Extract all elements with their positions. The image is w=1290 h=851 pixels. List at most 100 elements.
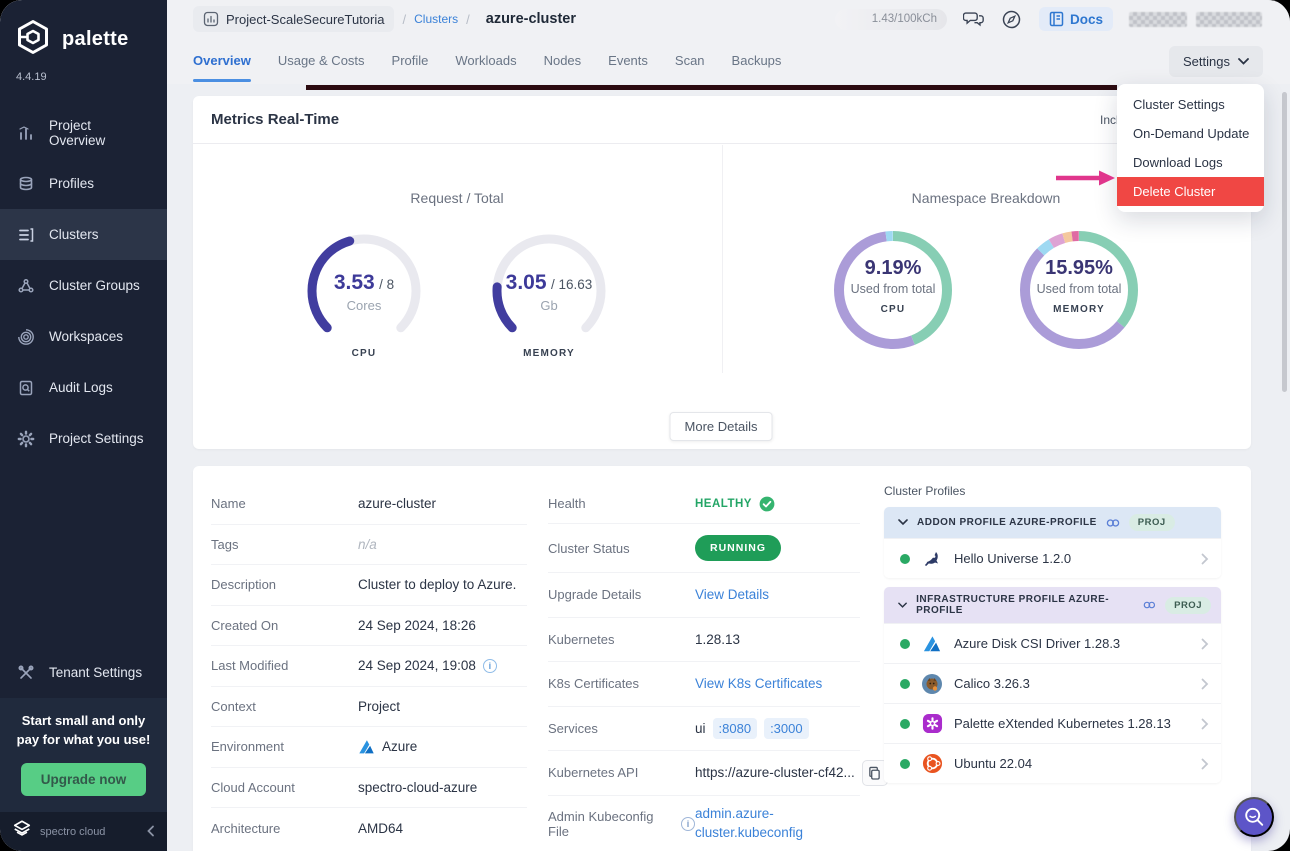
docs-button[interactable]: Docs — [1038, 7, 1113, 31]
assistant-search-button[interactable] — [1234, 797, 1274, 837]
settings-button[interactable]: Settings — [1169, 45, 1263, 77]
clipped-include-label: Incl — [1100, 113, 1119, 127]
settings-label: Settings — [1183, 53, 1230, 69]
status-dot — [900, 718, 910, 729]
sidebar-item-workspaces[interactable]: Workspaces — [0, 311, 167, 362]
info-icon[interactable]: i — [482, 658, 497, 673]
tab-workloads[interactable]: Workloads — [455, 41, 516, 82]
sidebar-item-clusters[interactable]: Clusters — [0, 209, 167, 260]
collapse-sidebar-icon[interactable] — [146, 824, 155, 840]
profile-item-palette-kubernetes[interactable]: Palette eXtended Kubernetes 1.28.13 — [884, 703, 1221, 743]
tab-backups[interactable]: Backups — [732, 41, 782, 82]
sidebar-nav: Project Overview Profiles Clusters Clust… — [0, 107, 167, 464]
scrollbar[interactable] — [1282, 92, 1287, 392]
addon-profile-header[interactable]: ADDON PROFILE AZURE-PROFILE PROJ — [884, 507, 1221, 538]
cpu-request-value: 3.53 — [333, 271, 375, 294]
cpu-namespace-donut: 9.19% Used from total CPU — [828, 225, 958, 355]
section-divider — [722, 145, 723, 373]
logo-row[interactable]: palette — [0, 0, 167, 63]
palette-logo-icon — [14, 18, 52, 61]
memory-namespace-percent: 15.95% — [1045, 257, 1113, 279]
view-certificates-link[interactable]: View K8s Certificates — [695, 676, 822, 691]
info-icon[interactable]: i — [681, 816, 695, 831]
memory-total: 16.63 — [558, 277, 593, 292]
tab-events[interactable]: Events — [608, 41, 648, 82]
cluster-list-icon — [16, 225, 36, 245]
row-label: Kubernetes — [548, 631, 615, 647]
detail-row-created-on: Created On 24 Sep 2024, 18:26 — [211, 606, 527, 646]
upgrade-now-button[interactable]: Upgrade now — [20, 763, 147, 796]
cpu-unit: Cores — [346, 298, 382, 313]
menu-item-download-logs[interactable]: Download Logs — [1117, 148, 1264, 177]
value-separator: / — [551, 277, 555, 292]
menu-item-delete-cluster[interactable]: Delete Cluster — [1117, 177, 1264, 206]
tab-usage-costs[interactable]: Usage & Costs — [278, 41, 365, 82]
tab-nodes[interactable]: Nodes — [544, 41, 582, 82]
api-endpoint: https://azure-cluster-cf42... — [695, 765, 855, 781]
ubuntu-icon — [921, 753, 943, 775]
memory-request-gauge: 3.05 / 16.63 Gb MEMORY — [484, 227, 614, 359]
row-value: spectro-cloud-azure — [358, 779, 478, 795]
sidebar-item-audit-logs[interactable]: Audit Logs — [0, 362, 167, 413]
tab-scan[interactable]: Scan — [675, 41, 705, 82]
service-name: ui — [695, 720, 706, 736]
infrastructure-profile-header[interactable]: INFRASTRUCTURE PROFILE AZURE-PROFILE PRO… — [884, 587, 1221, 623]
profile-item-ubuntu[interactable]: Ubuntu 22.04 — [884, 743, 1221, 783]
service-port-link[interactable]: :3000 — [764, 717, 809, 739]
doc-search-icon — [16, 378, 36, 398]
tab-profile[interactable]: Profile — [392, 41, 429, 82]
detail-row-last-modified: Last Modified 24 Sep 2024, 19:08 i — [211, 646, 527, 687]
proj-badge: PROJ — [1128, 514, 1175, 531]
kubeconfig-link[interactable]: admin.azure-cluster.kubeconfig — [695, 805, 825, 841]
status-row-kubernetes-api: Kubernetes API https://azure-cluster-cf4… — [548, 751, 888, 796]
profile-item-calico[interactable]: Calico 3.26.3 — [884, 663, 1221, 703]
details-column: Name azure-cluster Tags n/a Description … — [211, 484, 527, 849]
status-row-upgrade-details: Upgrade Details View Details — [548, 573, 860, 618]
row-label: Admin Kubeconfig File — [548, 808, 654, 839]
profile-item-hello-universe[interactable]: Hello Universe 1.2.0 — [884, 538, 1221, 578]
service-port-link[interactable]: :8080 — [712, 717, 758, 739]
detail-row-name: Name azure-cluster — [211, 484, 527, 525]
profile-item-name: Hello Universe 1.2.0 — [954, 551, 1072, 566]
user-menu-blurred[interactable] — [1129, 11, 1262, 27]
sidebar-item-cluster-groups[interactable]: Cluster Groups — [0, 260, 167, 311]
sidebar-item-project-settings[interactable]: Project Settings — [0, 413, 167, 464]
project-breadcrumb[interactable]: Project-ScaleSecureTutoria — [193, 6, 395, 32]
profile-item-azure-disk[interactable]: Azure Disk CSI Driver 1.28.3 — [884, 623, 1221, 663]
menu-item-cluster-settings[interactable]: Cluster Settings — [1117, 90, 1264, 119]
tab-overview[interactable]: Overview — [193, 41, 251, 82]
memory-label: MEMORY — [523, 348, 575, 359]
chevron-right-icon — [1201, 553, 1209, 565]
cluster-profiles-column: Cluster Profiles ADDON PROFILE AZURE-PRO… — [884, 484, 1221, 792]
row-value: 24 Sep 2024, 19:08 — [358, 658, 476, 674]
chat-icon[interactable] — [962, 8, 985, 30]
sidebar: palette 4.4.19 Project Overview Profiles… — [0, 0, 167, 851]
status-row-health: Health HEALTHY — [548, 484, 860, 524]
row-label: Services — [548, 720, 598, 736]
status-row-kubeconfig: Admin Kubeconfig File i admin.azure-clust… — [548, 796, 860, 851]
profile-item-name: Calico 3.26.3 — [954, 676, 1030, 691]
sidebar-item-profiles[interactable]: Profiles — [0, 158, 167, 209]
sidebar-item-tenant-settings[interactable]: Tenant Settings — [0, 647, 167, 698]
chevron-right-icon — [1201, 718, 1209, 730]
project-chart-icon — [203, 11, 219, 27]
divider-strip — [306, 85, 1117, 90]
request-total-title: Request / Total — [410, 190, 504, 206]
spectro-cloud-logo-icon — [12, 819, 32, 844]
compass-icon[interactable] — [1001, 8, 1023, 30]
view-details-link[interactable]: View Details — [695, 587, 769, 602]
breadcrumb-clusters-link[interactable]: Clusters — [414, 12, 458, 26]
row-label: Created On — [211, 617, 279, 633]
app-window: palette 4.4.19 Project Overview Profiles… — [0, 0, 1290, 851]
cpu-total: 8 — [386, 277, 395, 292]
more-details-button[interactable]: More Details — [669, 412, 773, 441]
row-value: AMD64 — [358, 820, 404, 836]
blurred-text — [1196, 11, 1262, 27]
cpu-label: CPU — [880, 304, 906, 315]
sidebar-item-project-overview[interactable]: Project Overview — [0, 107, 167, 158]
gear-icon — [16, 429, 36, 449]
usage-credit-badge: 1.43/100kCh — [834, 8, 947, 30]
metrics-title: Metrics Real-Time — [211, 111, 340, 128]
sidebar-item-label: Project Overview — [49, 117, 106, 148]
menu-item-on-demand-update[interactable]: On-Demand Update — [1117, 119, 1264, 148]
